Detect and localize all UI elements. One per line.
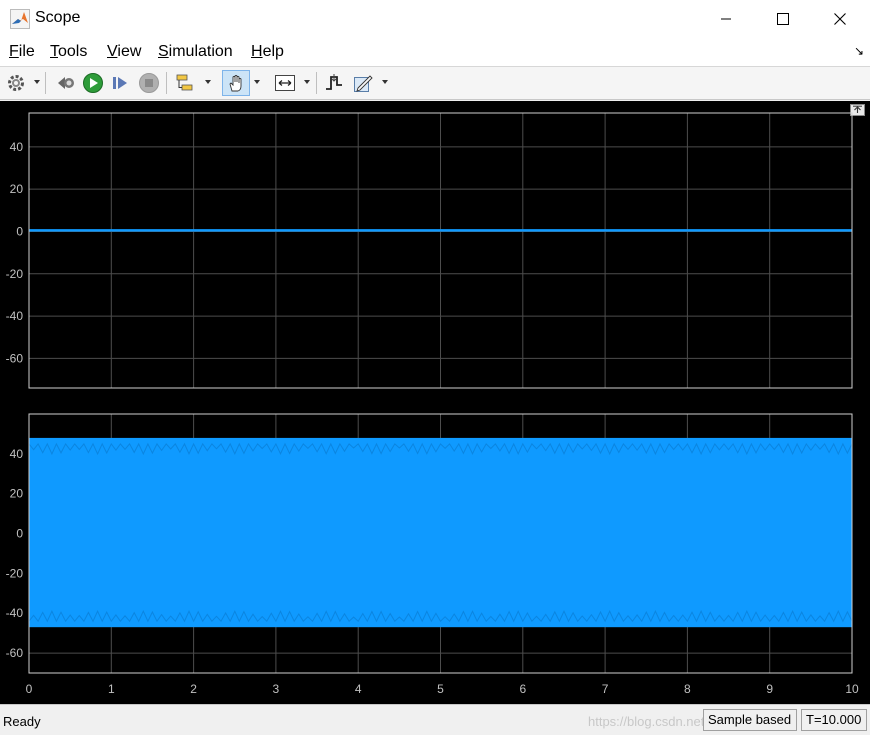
menu-help[interactable]: Help (251, 43, 284, 61)
ruler-pencil-icon (354, 75, 373, 92)
scale-axes-icon (275, 75, 295, 91)
x-tick-label: 1 (108, 682, 115, 696)
menu-simulation[interactable]: Simulation (158, 43, 233, 61)
maximize-button[interactable] (754, 0, 812, 38)
toolbar-separator (45, 72, 46, 94)
menu-view[interactable]: View (107, 43, 141, 61)
close-icon (834, 13, 846, 25)
close-button[interactable] (811, 0, 869, 38)
y-tick-label: 20 (10, 182, 24, 196)
x-tick-label: 0 (26, 682, 33, 696)
step-forward-button[interactable] (109, 71, 133, 95)
axes-scaling-button[interactable] (273, 71, 297, 95)
toolbar-separator (166, 72, 167, 94)
pan-dropdown-icon[interactable] (254, 80, 260, 84)
play-icon (83, 73, 103, 93)
menu-tools[interactable]: Tools (50, 43, 87, 61)
step-back-icon (58, 77, 74, 89)
y-tick-label: 0 (16, 527, 23, 541)
sample-mode-indicator: Sample based (703, 709, 797, 731)
hand-pan-icon (229, 75, 242, 92)
trigger-button[interactable] (322, 71, 346, 95)
stop-icon (139, 73, 159, 93)
toolbar (0, 66, 870, 100)
y-tick-label: -20 (6, 566, 24, 580)
window-title: Scope (35, 9, 81, 26)
menu-file[interactable]: File (9, 43, 35, 61)
x-tick-label: 3 (273, 682, 280, 696)
minimize-icon (721, 18, 731, 20)
x-tick-label: 2 (190, 682, 197, 696)
x-tick-label: 10 (845, 682, 859, 696)
trigger-icon (326, 74, 342, 90)
measurements-dropdown-icon[interactable] (382, 80, 388, 84)
y-tick-label: -20 (6, 267, 24, 281)
signal-selector-icon (176, 74, 193, 91)
x-tick-label: 7 (602, 682, 609, 696)
y-tick-label: 40 (10, 447, 24, 461)
step-forward-icon (113, 77, 127, 89)
stop-button[interactable] (137, 71, 161, 95)
settings-dropdown-icon[interactable] (34, 80, 40, 84)
minimize-button[interactable] (697, 0, 755, 38)
status-ready-text: Ready (3, 714, 41, 729)
y-tick-label: -60 (6, 351, 24, 365)
x-tick-label: 9 (766, 682, 773, 696)
run-button[interactable] (81, 71, 105, 95)
y-tick-label: -40 (6, 606, 24, 620)
scope-plots: 40 20 0 -20 -40 -60 40 20 0 -20 -40 -60 0 1 2 3 4 5 6 7 8 9 10 (6, 112, 859, 696)
y-tick-label: -60 (6, 646, 24, 660)
pan-button[interactable] (222, 70, 250, 96)
maximize-icon (777, 13, 789, 25)
axes-scaling-dropdown-icon[interactable] (304, 80, 310, 84)
measurements-button[interactable] (352, 71, 376, 95)
x-tick-label: 4 (355, 682, 362, 696)
signal-selector-button[interactable] (173, 71, 197, 95)
x-tick-label: 8 (684, 682, 691, 696)
gear-icon (8, 75, 24, 91)
toolbar-separator (316, 72, 317, 94)
x-tick-label: 6 (519, 682, 526, 696)
y-tick-label: 20 (10, 487, 24, 501)
title-bar: Scope (0, 0, 870, 38)
status-bar: Ready https://blog.csdn.net/weixin_43 Sa… (0, 704, 870, 735)
signal-band (29, 437, 852, 628)
settings-button[interactable] (4, 71, 28, 95)
matlab-icon (10, 9, 30, 29)
x-tick-label: 5 (437, 682, 444, 696)
y-tick-label: -40 (6, 309, 24, 323)
y-tick-label: 40 (10, 140, 24, 154)
step-back-button[interactable] (54, 71, 78, 95)
y-tick-label: 0 (16, 224, 23, 238)
signal-selector-dropdown-icon[interactable] (205, 80, 211, 84)
simulation-time-indicator: T=10.000 (801, 709, 867, 731)
dock-arrow-icon[interactable]: ↘ (854, 44, 864, 58)
scope-display: 40 20 0 -20 -40 -60 40 20 0 -20 -40 -60 0 1 2 3 4 5 6 7 8 9 10 (0, 101, 870, 704)
menu-bar: File Tools View Simulation Help ↘ (0, 38, 870, 66)
